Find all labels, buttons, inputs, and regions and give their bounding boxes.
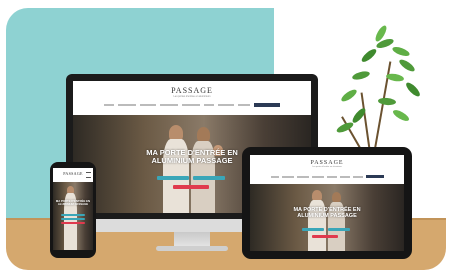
nav-item[interactable] <box>160 104 178 106</box>
hero-button-secondary[interactable] <box>61 218 85 220</box>
hero-title-line2: ALUMINIUM PASSAGE <box>57 201 89 206</box>
nav-item[interactable] <box>182 104 200 106</box>
nav-item[interactable] <box>326 175 337 178</box>
nav-item[interactable] <box>204 104 214 106</box>
site-logo: PASSAGE <box>310 160 344 166</box>
nav-item[interactable] <box>238 104 250 106</box>
hero-title: MA PORTE D'ENTRÉE EN ALUMINIUM PASSAGE <box>53 200 93 206</box>
menu-icon[interactable] <box>86 172 91 178</box>
nav-item[interactable] <box>270 175 279 178</box>
hero-person <box>197 127 210 142</box>
hero-title-line2: ALUMINIUM PASSAGE <box>297 212 357 219</box>
hero-button-red[interactable] <box>61 222 85 224</box>
nav-item[interactable] <box>118 104 136 106</box>
hero-button-primary[interactable] <box>157 176 189 180</box>
hero-button-primary[interactable] <box>302 228 324 231</box>
nav-item[interactable] <box>281 175 294 178</box>
nav-cta-button[interactable] <box>365 175 384 178</box>
hero-button-red[interactable] <box>173 185 209 189</box>
nav-item[interactable] <box>311 175 324 178</box>
hero-button-primary[interactable] <box>61 214 85 216</box>
nav-item[interactable] <box>140 104 156 106</box>
site-tagline: Les portes d'entrée en aluminium <box>173 95 211 98</box>
hero-section: MA PORTE D'ENTRÉE EN ALUMINIUM PASSAGE <box>53 182 93 250</box>
site-header: PASSAGE <box>53 168 93 182</box>
nav-item[interactable] <box>218 104 234 106</box>
hero-title: MA PORTE D'ENTRÉE EN ALUMINIUM PASSAGE <box>250 207 404 220</box>
nav-item[interactable] <box>339 175 350 178</box>
site-logo: PASSAGE <box>171 86 213 95</box>
phone-screen: PASSAGE MA PORTE D'ENTRÉE EN ALUMINIUM P… <box>53 168 93 250</box>
nav-item[interactable] <box>296 175 309 178</box>
hero-button-secondary[interactable] <box>328 228 350 231</box>
site-nav <box>73 103 311 107</box>
tablet-screen: PASSAGE Les portes d'entrée en aluminium… <box>250 155 404 251</box>
hero-button-red[interactable] <box>312 235 338 238</box>
site-header: PASSAGE Les portes d'entrée en aluminium <box>250 155 404 183</box>
nav-item[interactable] <box>104 104 114 106</box>
hero-person <box>332 192 341 202</box>
site-nav <box>250 175 404 178</box>
nav-item[interactable] <box>352 175 363 178</box>
hero-section: MA PORTE D'ENTRÉE EN ALUMINIUM PASSAGE <box>250 184 404 251</box>
hero-button-secondary[interactable] <box>193 176 225 180</box>
nav-cta-button[interactable] <box>254 103 280 107</box>
tablet-device: PASSAGE Les portes d'entrée en aluminium… <box>242 147 412 259</box>
smartphone-device: PASSAGE MA PORTE D'ENTRÉE EN ALUMINIUM P… <box>50 162 96 258</box>
monitor-stand-foot <box>156 246 228 251</box>
site-tagline: Les portes d'entrée en aluminium <box>312 166 342 168</box>
site-header: PASSAGE Les portes d'entrée en aluminium <box>73 81 311 111</box>
